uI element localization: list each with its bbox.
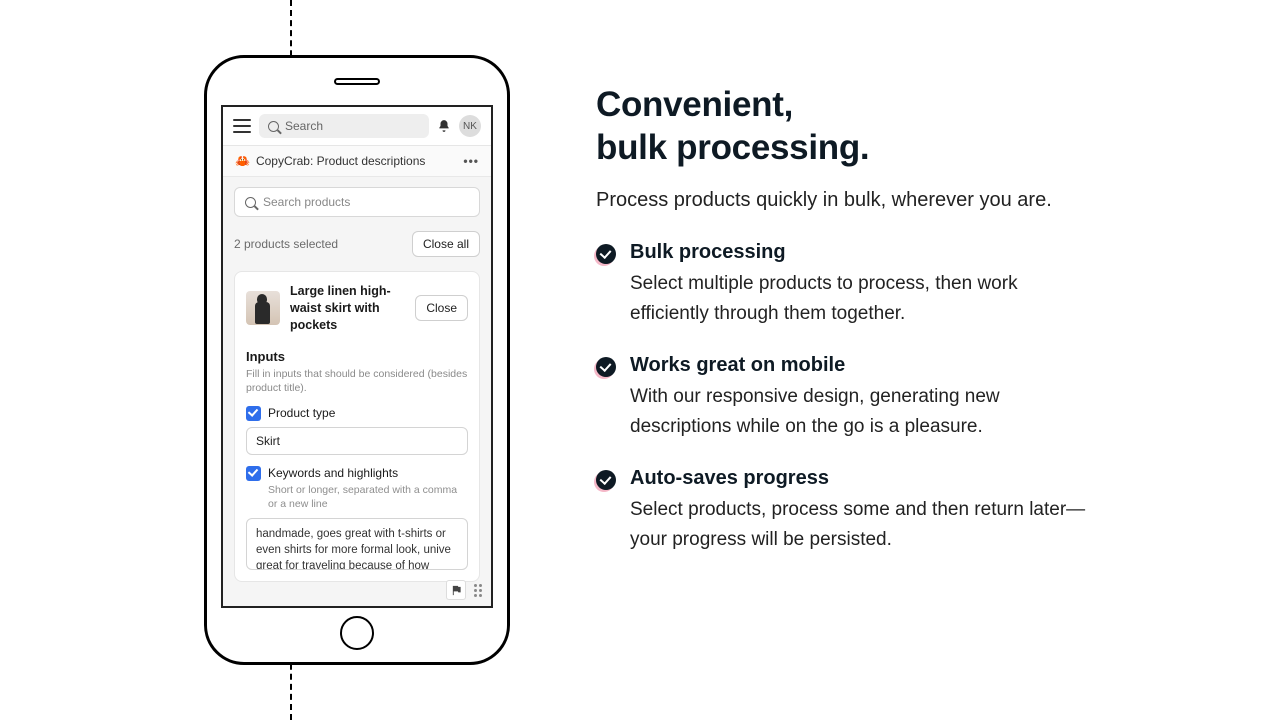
check-badge-icon (596, 470, 616, 490)
avatar[interactable]: NK (459, 115, 481, 137)
keywords-textarea[interactable]: handmade, goes great with t-shirts or ev… (246, 518, 468, 570)
content-area: Search products 2 products selected Clos… (223, 177, 491, 592)
menu-icon[interactable] (233, 119, 251, 133)
marketing-heading: Convenient, bulk processing. (596, 84, 1096, 169)
topbar: Search NK (223, 107, 491, 146)
feature-bulk: Bulk processing Select multiple products… (596, 241, 1096, 328)
app-title: CopyCrab: Product descriptions (256, 154, 425, 168)
feature-title: Works great on mobile (630, 354, 1096, 377)
keywords-label: Keywords and highlights (268, 466, 398, 480)
product-type-input[interactable] (246, 427, 468, 455)
check-badge-icon (596, 357, 616, 377)
feature-desc: With our responsive design, generating n… (630, 382, 1096, 441)
more-icon[interactable]: ••• (463, 154, 479, 168)
check-badge-icon (596, 244, 616, 264)
search-icon (268, 121, 279, 132)
phone-frame: Search NK 🦀 CopyCrab: Product descriptio… (204, 55, 510, 665)
floating-widgets (446, 580, 485, 600)
product-thumbnail (246, 291, 280, 325)
product-type-checkbox-row[interactable]: Product type (246, 406, 468, 421)
flag-icon[interactable] (446, 580, 466, 600)
feature-title: Bulk processing (630, 241, 1096, 264)
crab-icon: 🦀 (235, 154, 250, 168)
search-icon (245, 197, 256, 208)
keywords-checkbox-row[interactable]: Keywords and highlights (246, 466, 468, 481)
close-all-button[interactable]: Close all (412, 231, 480, 257)
phone-home-button[interactable] (340, 616, 374, 650)
feature-desc: Select products, process some and then r… (630, 495, 1096, 554)
checkbox-checked-icon[interactable] (246, 406, 261, 421)
selected-count: 2 products selected (234, 237, 338, 251)
close-product-button[interactable]: Close (415, 295, 468, 321)
marketing-subheading: Process products quickly in bulk, wherev… (596, 185, 1096, 215)
product-title: Large linen high-waist skirt with pocket… (290, 283, 405, 334)
drag-handle-icon[interactable] (471, 584, 485, 597)
product-search-placeholder: Search products (263, 195, 350, 209)
search-placeholder: Search (285, 119, 323, 133)
product-card: Large linen high-waist skirt with pocket… (234, 271, 480, 582)
selection-row: 2 products selected Close all (234, 231, 480, 257)
phone-screen: Search NK 🦀 CopyCrab: Product descriptio… (221, 105, 493, 608)
product-search-input[interactable]: Search products (234, 187, 480, 217)
keywords-helper: Short or longer, separated with a comma … (268, 484, 468, 511)
checkbox-checked-icon[interactable] (246, 466, 261, 481)
feature-title: Auto-saves progress (630, 467, 1096, 490)
feature-mobile: Works great on mobile With our responsiv… (596, 354, 1096, 441)
product-type-label: Product type (268, 406, 335, 420)
app-title-row: 🦀 CopyCrab: Product descriptions ••• (223, 146, 491, 177)
notifications-icon[interactable] (437, 119, 451, 133)
inputs-subheading: Fill in inputs that should be considered… (246, 367, 468, 395)
global-search-input[interactable]: Search (259, 114, 429, 138)
inputs-heading: Inputs (246, 349, 468, 364)
feature-autosave: Auto-saves progress Select products, pro… (596, 467, 1096, 554)
feature-desc: Select multiple products to process, the… (630, 269, 1096, 328)
phone-speaker (334, 78, 380, 85)
marketing-column: Convenient, bulk processing. Process pro… (596, 84, 1096, 554)
